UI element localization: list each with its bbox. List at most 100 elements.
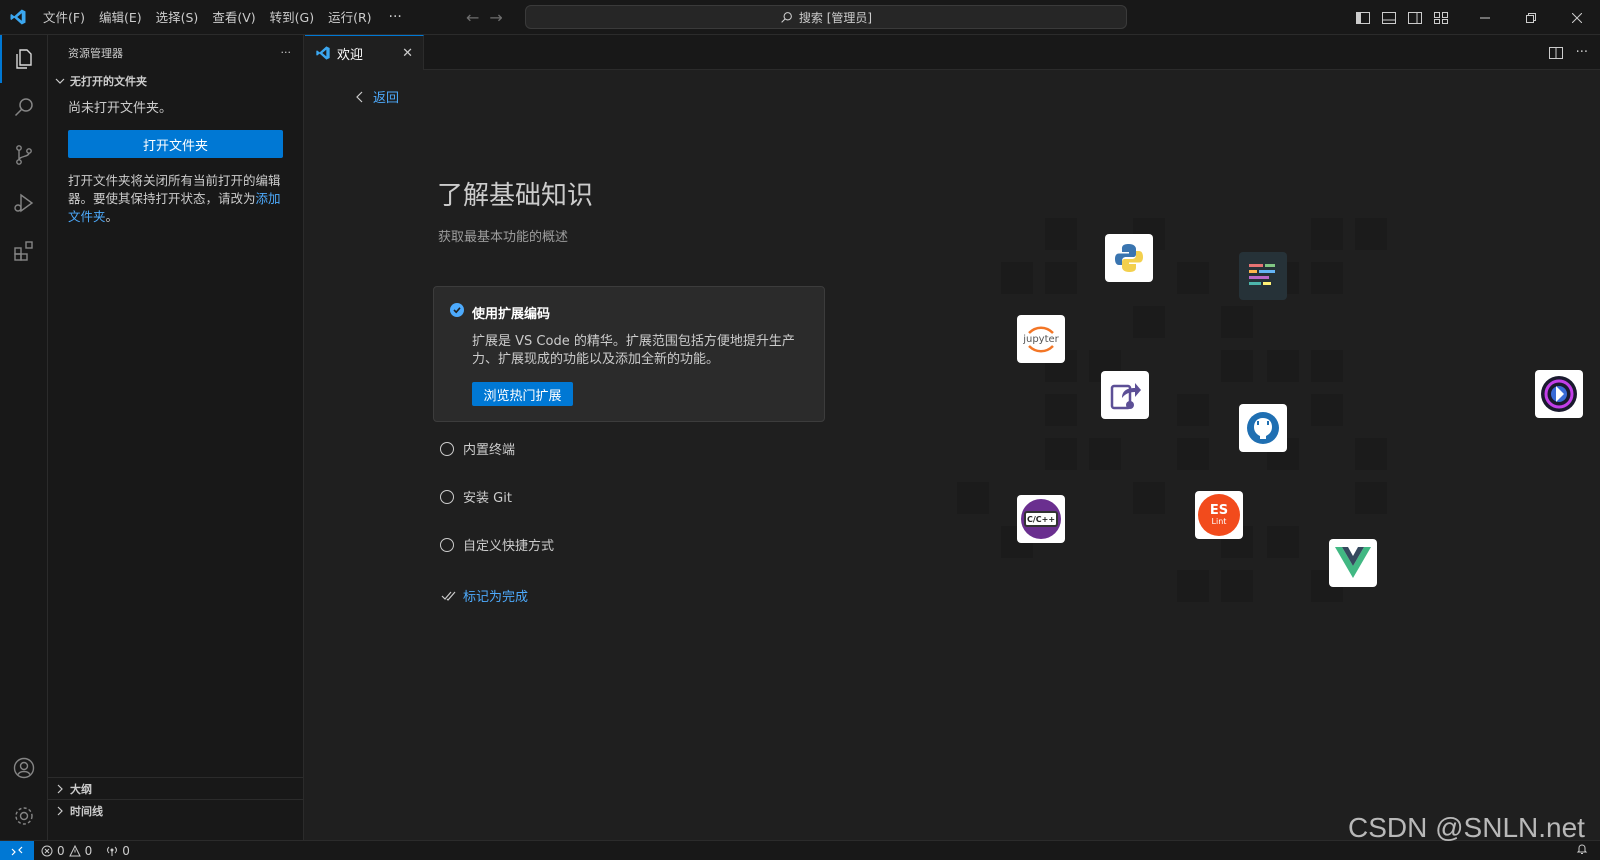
activity-bar [0, 35, 48, 840]
activity-manage[interactable] [0, 792, 48, 840]
section-label: 无打开的文件夹 [70, 75, 147, 88]
menu-edit[interactable]: 编辑(E) [92, 0, 149, 35]
broadcast-icon [107, 846, 118, 856]
minimize-icon [1480, 17, 1490, 18]
step-shortcuts[interactable]: 自定义快捷方式 [440, 535, 554, 554]
tab-bar: 欢迎 ✕ ··· [305, 35, 1600, 70]
open-folder-button[interactable]: 打开文件夹 [68, 130, 283, 158]
remote-icon [11, 846, 23, 855]
walkthrough-title: 了解基础知识 [437, 181, 594, 211]
sidebar-header: 资源管理器 ··· [48, 35, 303, 70]
toggle-panel-icon[interactable] [1381, 10, 1397, 26]
problems-indicator[interactable]: 0 0 [34, 844, 99, 858]
search-label: 搜索 [管理员] [798, 10, 873, 25]
toggle-primary-sidebar-icon[interactable] [1355, 10, 1371, 26]
python-icon [1105, 234, 1153, 282]
customize-layout-icon[interactable] [1433, 10, 1449, 26]
activity-extensions[interactable] [0, 227, 48, 275]
menu-bar: 文件(F) 编辑(E) 选择(S) 查看(V) 转到(G) 运行(R) ··· [36, 0, 412, 35]
live-share-icon [1101, 371, 1149, 419]
menu-view[interactable]: 查看(V) [205, 0, 262, 35]
github-icon [1239, 404, 1287, 452]
remote-indicator[interactable] [0, 840, 34, 860]
browse-extensions-button[interactable]: 浏览热门扩展 [472, 382, 573, 406]
activity-accounts[interactable] [0, 744, 48, 792]
editor-more-button[interactable]: ··· [1576, 45, 1588, 60]
window-controls [1462, 0, 1600, 35]
sidebar-more-button[interactable]: ··· [281, 46, 292, 59]
cpp-label: C/C++ [1026, 514, 1056, 524]
warning-icon [68, 844, 81, 856]
search-icon [14, 98, 33, 117]
warning-count: 0 [84, 843, 93, 858]
close-icon[interactable]: ✕ [402, 46, 413, 61]
nav-arrows: ← → [466, 0, 503, 35]
jupyter-icon: jupyter [1017, 315, 1065, 363]
back-label: 返回 [373, 91, 400, 106]
copilot-icon [1535, 370, 1583, 418]
back-arrow-icon[interactable]: ← [466, 8, 479, 27]
watermark: CSDN @SNLN.net [1348, 812, 1585, 843]
forward-arrow-icon[interactable]: → [489, 8, 502, 27]
chevron-right-icon [57, 784, 63, 793]
step-terminal[interactable]: 内置终端 [440, 439, 515, 458]
step-label: 安装 Git [463, 491, 512, 506]
hint-text: 打开文件夹将关闭所有当前打开的编辑器。要使其保持打开状态，请改为 [68, 173, 281, 206]
editor-actions: ··· [1548, 35, 1588, 70]
hint-end: 。 [105, 209, 119, 224]
search-icon [781, 11, 792, 23]
activity-search[interactable] [0, 83, 48, 131]
command-center-search[interactable]: 搜索 [管理员] [525, 5, 1127, 29]
menu-run[interactable]: 运行(R) [321, 0, 378, 35]
vscode-tab-icon [316, 46, 330, 60]
active-step-card[interactable]: 使用扩展编码 扩展是 VS Code 的精华。扩展范围包括方便地提升生产力、扩展… [433, 286, 825, 422]
mark-done-label: 标记为完成 [463, 590, 529, 605]
restore-button[interactable] [1508, 0, 1554, 35]
outline-section-header[interactable]: 大纲 [48, 777, 304, 799]
vscode-logo-icon [0, 0, 36, 35]
notifications-button[interactable] [1576, 843, 1600, 858]
chevron-down-icon [55, 78, 65, 84]
bell-icon [1576, 844, 1588, 854]
run-debug-icon [14, 193, 34, 213]
step-radio-icon [440, 489, 454, 504]
open-folder-hint: 打开文件夹将关闭所有当前打开的编辑器。要使其保持打开状态，请改为添加文件夹。 [48, 158, 303, 226]
activity-explorer[interactable] [0, 35, 48, 83]
close-icon [1572, 12, 1582, 23]
explorer-icon [16, 49, 32, 69]
minimize-button[interactable] [1462, 0, 1508, 35]
tab-welcome[interactable]: 欢迎 ✕ [305, 35, 424, 70]
step-label: 内置终端 [463, 443, 516, 458]
step-complete-icon [450, 303, 464, 317]
back-link[interactable]: 返回 [355, 87, 399, 106]
no-folder-section-header[interactable]: 无打开的文件夹 [48, 70, 303, 92]
ports-indicator[interactable]: 0 [99, 844, 137, 858]
chevron-left-icon [356, 91, 363, 102]
error-count: 0 [57, 843, 65, 858]
editor-area: 欢迎 ✕ ··· 返回 了解基础知识 获取最基本功能的概述 使用扩展编码 扩展是… [305, 35, 1600, 840]
title-bar: 文件(F) 编辑(E) 选择(S) 查看(V) 转到(G) 运行(R) ··· … [0, 0, 1600, 35]
step-radio-icon [440, 537, 454, 552]
gear-icon [15, 807, 33, 825]
split-editor-icon[interactable] [1548, 45, 1564, 61]
mark-done-link[interactable]: 标记为完成 [441, 586, 528, 605]
menu-more-button[interactable]: ··· [379, 9, 412, 25]
step-title: 使用扩展编码 [472, 307, 551, 322]
restore-icon [1526, 12, 1536, 23]
step-radio-icon [440, 441, 454, 456]
menu-selection[interactable]: 选择(S) [149, 0, 206, 35]
menu-go[interactable]: 转到(G) [263, 0, 321, 35]
extensions-icon [14, 241, 33, 261]
chevron-right-icon [57, 806, 63, 815]
menu-file[interactable]: 文件(F) [36, 0, 92, 35]
outline-label: 大纲 [70, 782, 92, 796]
toggle-secondary-sidebar-icon[interactable] [1407, 10, 1423, 26]
step-description: 扩展是 VS Code 的精华。扩展范围包括方便地提升生产力、扩展现成的功能以及… [472, 334, 795, 367]
close-window-button[interactable] [1554, 0, 1600, 35]
activity-source-control[interactable] [0, 131, 48, 179]
rainbow-code-icon [1239, 252, 1287, 300]
timeline-section-header[interactable]: 时间线 [48, 799, 304, 821]
activity-run-debug[interactable] [0, 179, 48, 227]
account-icon [13, 757, 35, 779]
step-git[interactable]: 安装 Git [440, 487, 512, 506]
